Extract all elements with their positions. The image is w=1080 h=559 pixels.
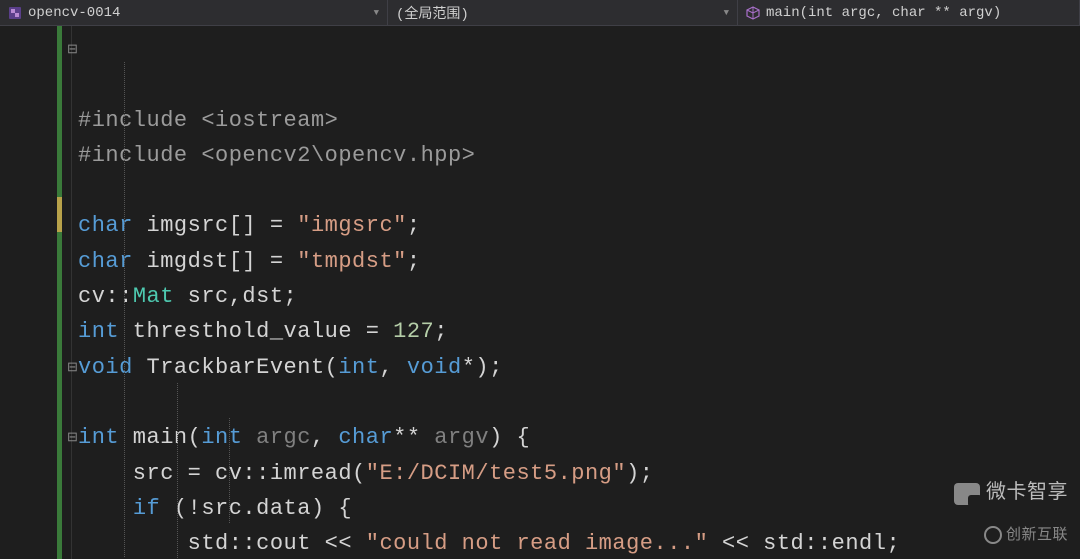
watermark-bottom: 创新互联 <box>984 518 1068 553</box>
watermark-top: 微卡智享 <box>954 476 1068 511</box>
navigation-bar: opencv-0014 ▼ (全局范围) ▼ main(int argc, ch… <box>0 0 1080 26</box>
change-bar-saved <box>57 26 62 559</box>
project-selector[interactable]: opencv-0014 ▼ <box>0 0 388 25</box>
wechat-icon <box>954 483 980 505</box>
code-area[interactable]: #include <iostream> #include <opencv2\op… <box>72 26 1080 559</box>
code-editor[interactable]: ⊟ ⊟ ⊟ #include <iostream> #include <open… <box>0 26 1080 559</box>
project-name: opencv-0014 <box>28 5 120 21</box>
watermarks: 微卡智享 创新互联 <box>954 476 1068 553</box>
change-bar-unsaved <box>57 197 62 232</box>
scope-selector[interactable]: (全局范围) ▼ <box>388 0 738 25</box>
scope-label: (全局范围) <box>396 3 469 23</box>
function-name: main(int argc, char ** argv) <box>766 5 1001 21</box>
chevron-down-icon: ▼ <box>374 8 379 18</box>
gutter: ⊟ ⊟ ⊟ <box>0 26 72 559</box>
function-selector[interactable]: main(int argc, char ** argv) <box>738 0 1080 25</box>
logo-icon <box>984 526 1002 544</box>
cube-icon <box>746 6 760 20</box>
chevron-down-icon: ▼ <box>724 8 729 18</box>
cpp-icon <box>8 6 22 20</box>
